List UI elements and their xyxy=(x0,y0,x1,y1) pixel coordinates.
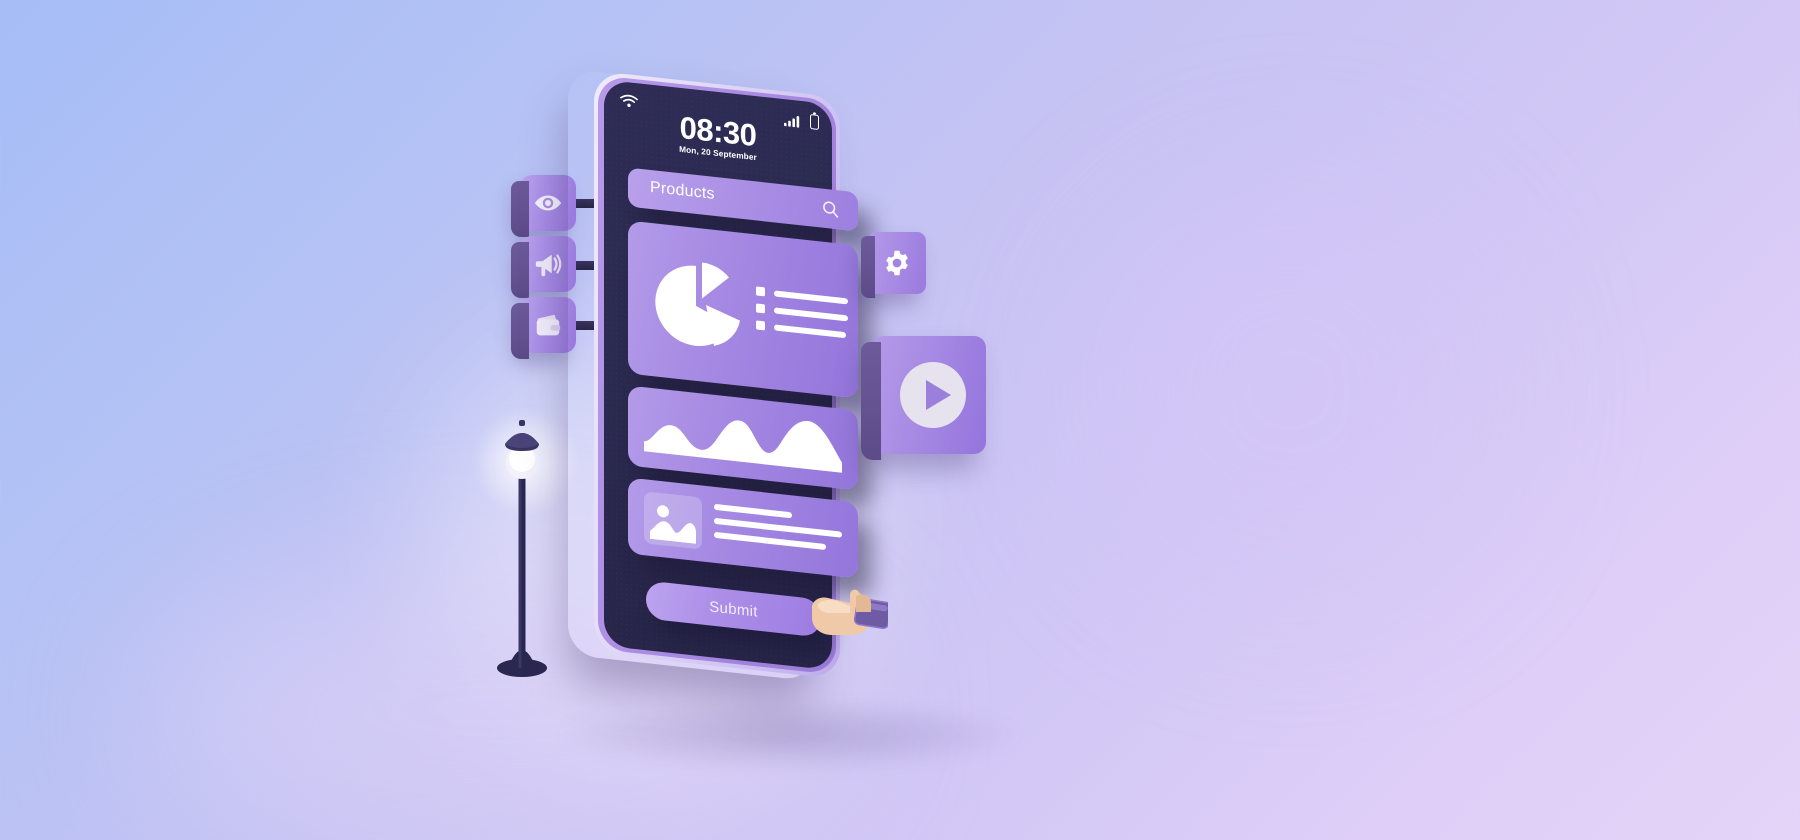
pie-chart-icon xyxy=(648,251,744,357)
tile-settings[interactable] xyxy=(861,232,926,298)
legend-item xyxy=(756,286,848,305)
legend-bar xyxy=(774,289,848,304)
phone-mockup: 08:30 Mon, 20 September Products Submit xyxy=(560,70,892,690)
gear-icon xyxy=(868,232,926,294)
hand-pointer-icon xyxy=(810,582,892,644)
search-input-label: Products xyxy=(650,178,715,203)
street-lamp-icon xyxy=(492,418,552,678)
legend-bar xyxy=(774,323,846,338)
background-glow xyxy=(1080,180,1500,600)
area-chart-icon xyxy=(644,401,842,477)
legend-swatch xyxy=(756,320,765,331)
media-text-lines xyxy=(714,503,842,560)
text-line xyxy=(714,503,792,519)
legend-item xyxy=(756,320,848,339)
chart-legend xyxy=(756,286,848,347)
scene-floor-shadow xyxy=(560,700,1020,770)
tile-side-face xyxy=(861,342,881,460)
chart-card[interactable] xyxy=(628,220,858,399)
legend-bar xyxy=(774,306,848,321)
legend-swatch xyxy=(756,286,765,297)
legend-swatch xyxy=(756,303,765,314)
text-line xyxy=(714,531,826,551)
legend-item xyxy=(756,303,848,322)
media-thumbnail xyxy=(644,491,702,550)
play-button-icon[interactable] xyxy=(898,360,968,430)
search-icon[interactable] xyxy=(822,200,839,219)
tile-video[interactable] xyxy=(861,336,986,460)
image-placeholder-icon xyxy=(650,497,696,544)
